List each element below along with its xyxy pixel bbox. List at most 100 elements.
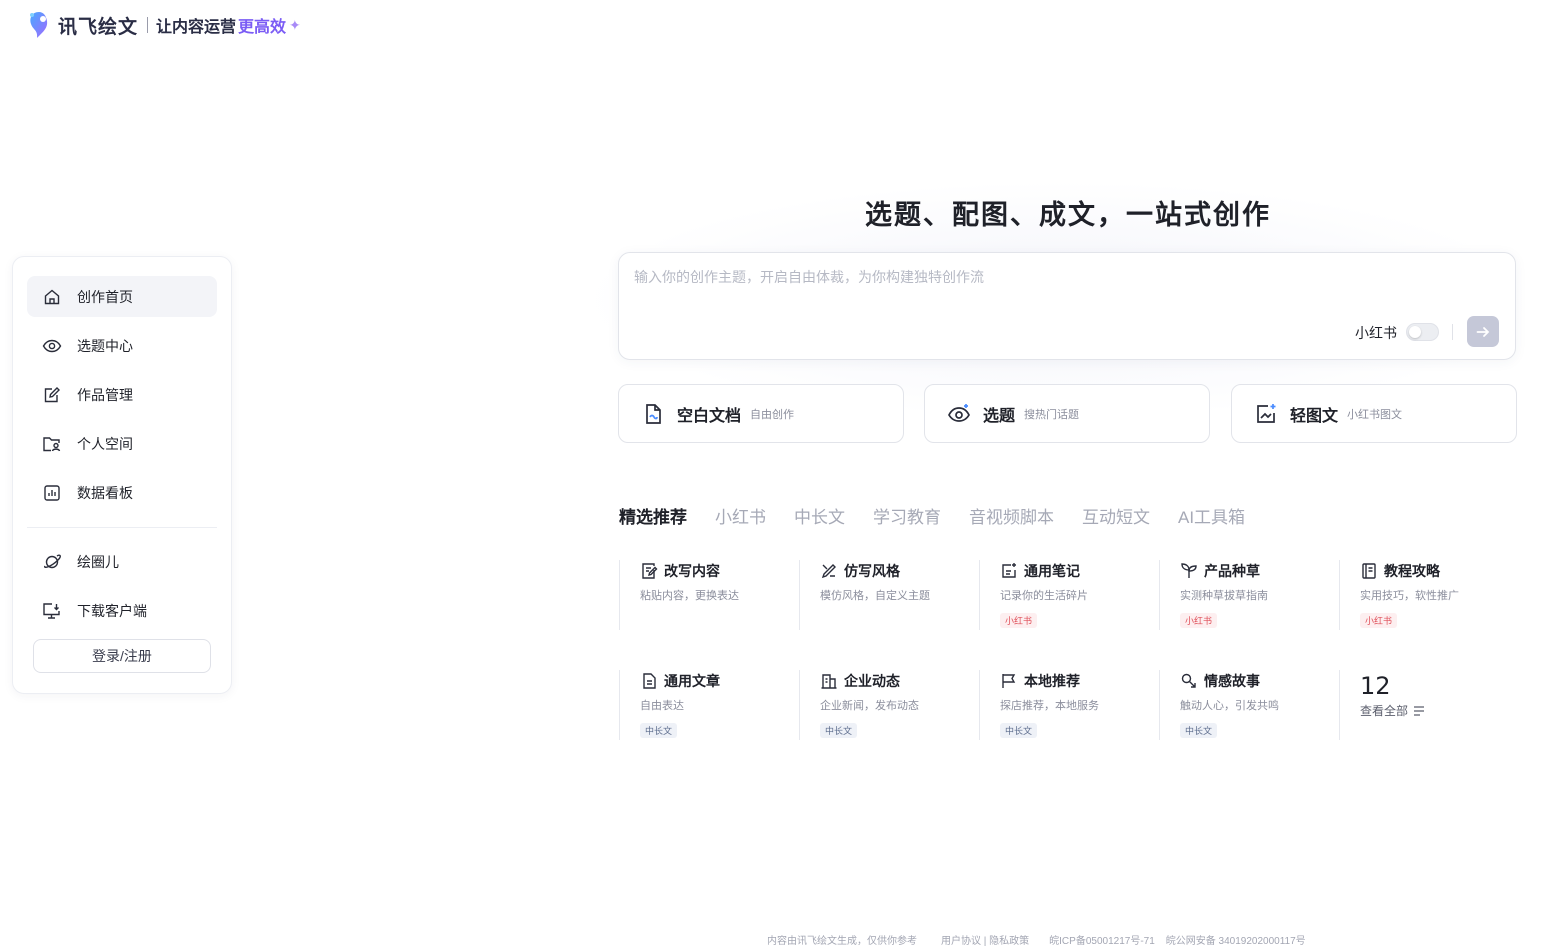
tab-xiaohongshu[interactable]: 小红书 <box>715 503 766 528</box>
template-card-rewrite[interactable]: 改写内容 粘贴内容，更换表达 <box>619 560 799 630</box>
sidebar-item-label: 个人空间 <box>77 435 133 452</box>
template-tag: 中长文 <box>640 723 678 738</box>
sidebar-item-label: 作品管理 <box>77 386 133 403</box>
template-tag: 中长文 <box>1000 723 1038 738</box>
tab-long-article[interactable]: 中长文 <box>794 503 845 528</box>
template-tag: 中长文 <box>1180 723 1218 738</box>
monitor-download-icon <box>41 600 63 622</box>
sidebar-divider <box>27 527 217 528</box>
template-title: 情感故事 <box>1204 673 1260 689</box>
footer-icp[interactable]: 皖ICP备05001217号-71 <box>1049 932 1155 947</box>
sidebar-item-works[interactable]: 作品管理 <box>27 374 217 415</box>
template-card-emotional-story[interactable]: 情感故事 触动人心，引发共鸣 中长文 <box>1159 670 1339 740</box>
send-button[interactable] <box>1467 316 1499 347</box>
template-tag: 小红书 <box>1000 613 1038 628</box>
sidebar-item-dashboard[interactable]: 数据看板 <box>27 472 217 513</box>
view-all-label: 查看全部 <box>1360 704 1409 718</box>
template-title: 产品种草 <box>1204 563 1260 579</box>
template-tag: 小红书 <box>1180 613 1218 628</box>
template-desc: 记录你的生活碎片 <box>1000 590 1088 602</box>
template-title: 本地推荐 <box>1024 673 1080 689</box>
template-card-tutorial[interactable]: 教程攻略 实用技巧，软性推广 小红书 <box>1339 560 1519 630</box>
view-all-templates[interactable]: 12 查看全部 <box>1339 670 1519 740</box>
template-title: 通用文章 <box>664 673 720 689</box>
footer-policy-links[interactable]: 用户协议 | 隐私政策 <box>941 932 1029 947</box>
tab-interactive-short[interactable]: 互动短文 <box>1082 503 1150 528</box>
quick-card-title: 轻图文 <box>1290 407 1339 425</box>
flag-icon <box>1002 674 1016 688</box>
quick-light-post-card[interactable]: 轻图文 小红书图文 <box>1231 384 1517 443</box>
footer-police-record[interactable]: 皖公网安备 34019202000117号 <box>1166 932 1306 947</box>
sidebar-item-space[interactable]: 个人空间 <box>27 423 217 464</box>
template-tag: 中长文 <box>820 723 858 738</box>
template-card-general-note[interactable]: 通用笔记 记录你的生活碎片 小红书 <box>979 560 1159 630</box>
template-card-imitate-style[interactable]: 仿写风格 模仿风格，自定义主题 <box>799 560 979 630</box>
header-logo[interactable]: 讯飞绘文 让内容运营 更高效 ✦ <box>26 9 301 41</box>
topic-input-box: 小红书 <box>618 252 1516 360</box>
template-title: 通用笔记 <box>1024 563 1080 579</box>
template-card-company-news[interactable]: 企业动态 企业新闻，发布动态 中长文 <box>799 670 979 740</box>
rewrite-icon <box>642 563 658 579</box>
template-desc: 模仿风格，自定义主题 <box>820 590 930 602</box>
image-text-icon <box>1257 403 1276 423</box>
template-desc: 触动人心，引发共鸣 <box>1180 700 1279 712</box>
page-title: 选题、配图、成文，一站式创作 <box>865 200 1271 230</box>
sidebar-item-circle[interactable]: 绘圈儿 <box>27 541 217 582</box>
template-desc: 自由表达 <box>640 700 684 712</box>
planet-icon <box>41 551 63 573</box>
style-brush-icon <box>821 564 836 579</box>
template-tag: 小红书 <box>1360 613 1398 628</box>
building-icon <box>821 674 837 689</box>
folder-user-icon <box>41 433 63 455</box>
quick-card-title: 选题 <box>983 407 1016 425</box>
template-card-product-seeding[interactable]: 产品种草 实测种草拔草指南 小红书 <box>1159 560 1339 630</box>
topic-input[interactable] <box>634 267 1494 317</box>
input-divider <box>1452 324 1453 340</box>
eye-target-icon <box>41 335 63 357</box>
note-icon <box>1002 563 1016 578</box>
arrow-right-icon <box>1476 326 1490 337</box>
footer-disclaimer: 内容由讯飞绘文生成，仅供你参考 <box>767 936 917 947</box>
template-desc: 粘贴内容，更换表达 <box>640 590 739 602</box>
tab-ai-toolbox[interactable]: AI工具箱 <box>1178 503 1245 528</box>
quick-blank-doc-card[interactable]: 空白文档 自由创作 <box>618 384 904 443</box>
template-desc: 探店推荐，本地服务 <box>1000 700 1099 712</box>
template-desc: 实用技巧，软性推广 <box>1360 590 1459 602</box>
logo-divider <box>147 17 149 33</box>
sidebar-item-label: 选题中心 <box>77 337 133 354</box>
xiaohongshu-toggle[interactable] <box>1406 323 1439 341</box>
sidebar: 创作首页 选题中心 作品管理 个人空间 数据看板 绘圈儿 下载客户端 登录/注册 <box>12 256 232 694</box>
tab-featured[interactable]: 精选推荐 <box>619 503 687 528</box>
template-count: 12 <box>1360 672 1391 700</box>
template-title: 仿写风格 <box>844 563 900 579</box>
template-card-general-article[interactable]: 通用文章 自由表达 中长文 <box>619 670 799 740</box>
xiaohongshu-toggle-label: 小红书 <box>1355 325 1397 341</box>
sparkle-icon: ✦ <box>289 16 301 33</box>
brand-slogan-highlight: 更高效 <box>238 19 287 36</box>
edit-doc-icon <box>41 384 63 406</box>
tab-education[interactable]: 学习教育 <box>873 503 941 528</box>
eye-sparkle-icon <box>948 403 970 422</box>
login-register-button[interactable]: 登录/注册 <box>33 639 211 673</box>
quick-card-subtitle: 自由创作 <box>750 408 795 421</box>
sidebar-item-download[interactable]: 下载客户端 <box>27 590 217 631</box>
template-title: 企业动态 <box>844 673 900 689</box>
view-all-link[interactable]: 查看全部 <box>1360 702 1519 719</box>
sidebar-item-home[interactable]: 创作首页 <box>27 276 217 317</box>
sidebar-item-topics[interactable]: 选题中心 <box>27 325 217 366</box>
tab-video-script[interactable]: 音视频脚本 <box>969 503 1054 528</box>
article-icon <box>643 673 656 689</box>
brand-name: 讯飞绘文 <box>58 16 139 38</box>
logo-icon <box>30 12 48 38</box>
category-tabs: 精选推荐 小红书 中长文 学习教育 音视频脚本 互动短文 AI工具箱 <box>619 503 1273 528</box>
quick-card-subtitle: 小红书图文 <box>1347 408 1403 421</box>
quick-topic-card[interactable]: 选题 搜热门话题 <box>924 384 1210 443</box>
template-title: 教程攻略 <box>1384 563 1440 579</box>
sidebar-item-label: 创作首页 <box>77 288 133 305</box>
quick-card-subtitle: 搜热门话题 <box>1024 408 1080 421</box>
footer: 内容由讯飞绘文生成，仅供你参考 用户协议 | 隐私政策 皖ICP备0500121… <box>767 932 1306 947</box>
sidebar-item-label: 下载客户端 <box>77 602 147 619</box>
template-card-local-recommend[interactable]: 本地推荐 探店推荐，本地服务 中长文 <box>979 670 1159 740</box>
guide-book-icon <box>1362 563 1376 579</box>
template-title: 改写内容 <box>664 563 720 579</box>
